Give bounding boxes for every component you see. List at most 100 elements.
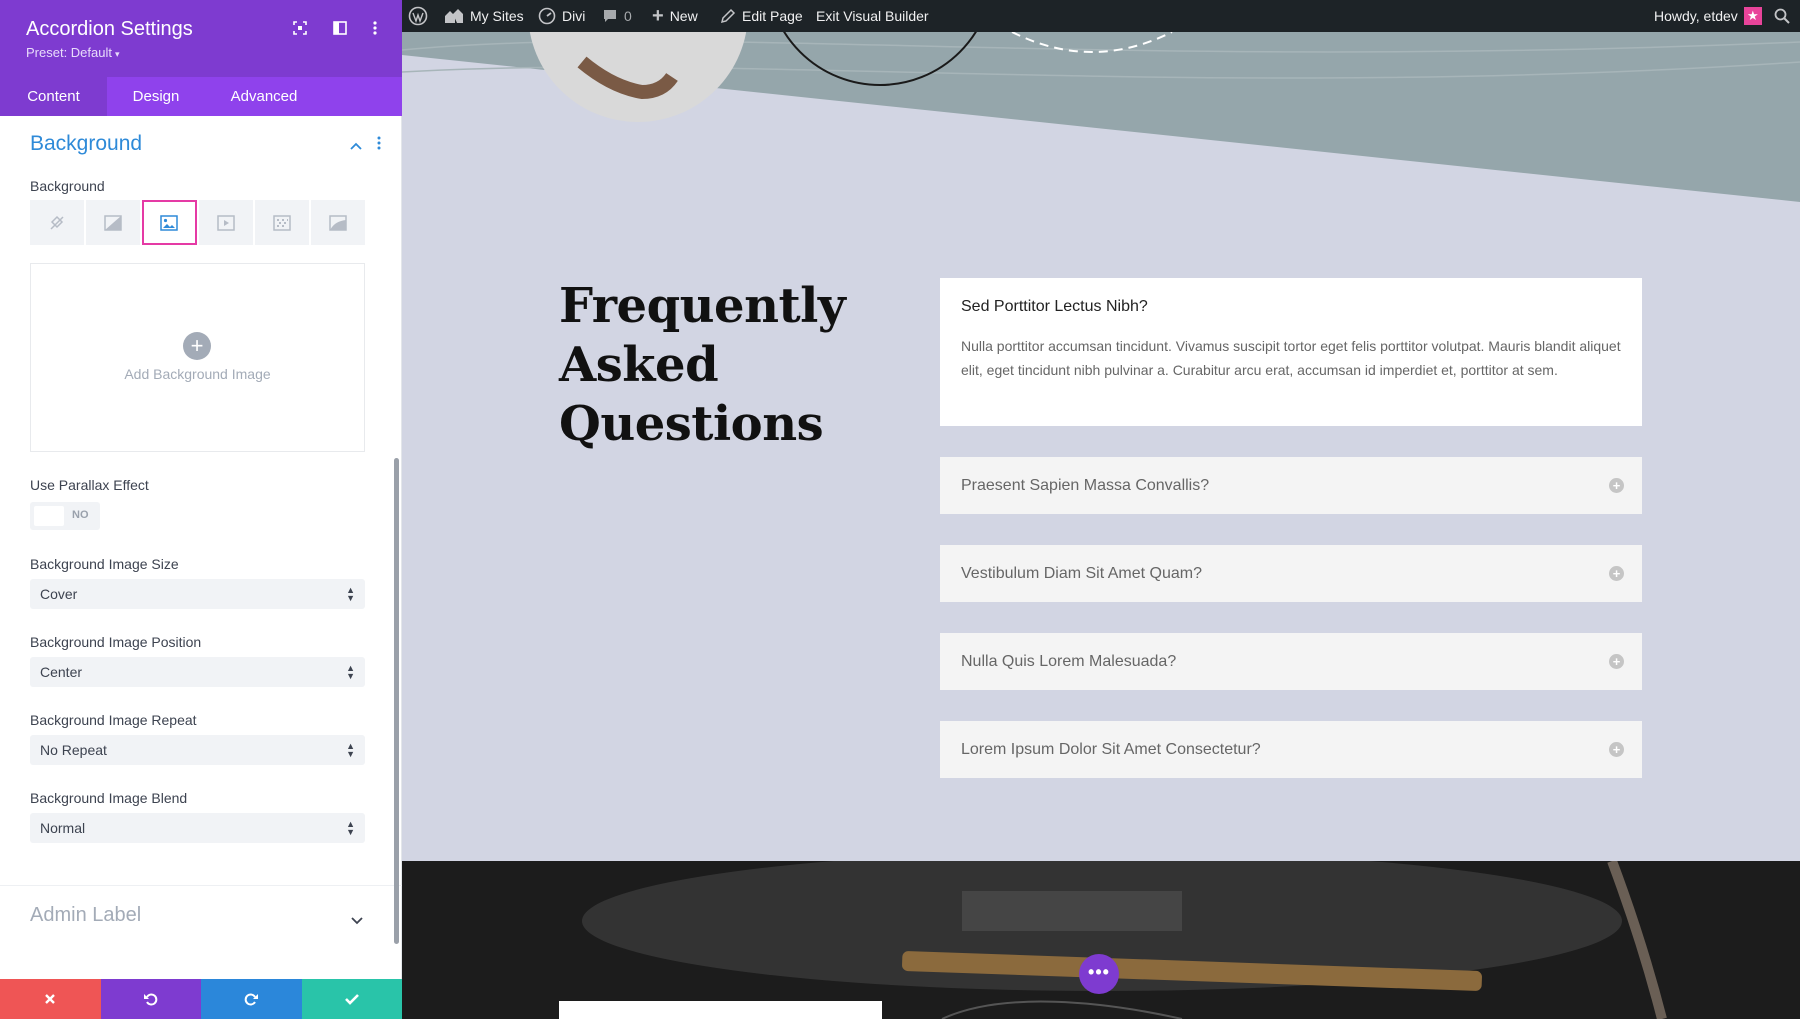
parallax-label: Use Parallax Effect — [30, 477, 149, 493]
background-section-title[interactable]: Background — [30, 132, 142, 156]
accordion-question[interactable]: Vestibulum Diam Sit Amet Quam? — [961, 545, 1202, 602]
bg-position-value: Center — [40, 664, 83, 680]
admin-label-section-title[interactable]: Admin Label — [30, 904, 141, 927]
bg-tab-image[interactable] — [142, 200, 197, 245]
accordion-item[interactable]: Praesent Sapien Massa Convallis? + — [940, 457, 1642, 514]
bg-size-label: Background Image Size — [30, 556, 179, 572]
tab-content[interactable]: Content — [0, 77, 107, 116]
fullscreen-icon[interactable] — [288, 16, 312, 40]
divi-menu[interactable]: Divi — [538, 0, 585, 32]
photo-background — [402, 861, 1800, 1019]
faq-heading-line: Asked — [559, 337, 719, 393]
preset-selector[interactable]: Preset: Default ▾ — [26, 45, 120, 60]
faq-heading-line: Frequently — [559, 278, 846, 334]
accordion-item-open[interactable]: Sed Porttitor Lectus Nibh? Nulla porttit… — [940, 278, 1642, 426]
builder-menu-button[interactable]: ••• — [1079, 954, 1119, 994]
expand-plus-icon[interactable]: + — [1609, 654, 1624, 669]
undo-button[interactable] — [100, 979, 201, 1019]
bg-size-select[interactable]: Cover ▲ ▼ — [30, 579, 365, 609]
accordion-question[interactable]: Nulla Quis Lorem Malesuada? — [961, 633, 1176, 690]
bg-tab-video[interactable] — [198, 200, 253, 245]
background-type-tabs — [30, 200, 366, 245]
select-arrows-icon: ▲ ▼ — [346, 741, 355, 759]
expand-plus-icon[interactable]: + — [1609, 566, 1624, 581]
bg-tab-gradient[interactable] — [86, 200, 141, 245]
accordion-question[interactable]: Sed Porttitor Lectus Nibh? — [961, 298, 1621, 316]
tab-advanced[interactable]: Advanced — [205, 77, 323, 116]
comments-count: 0 — [624, 8, 632, 24]
chevron-down-icon[interactable] — [351, 912, 363, 930]
accordion-item[interactable]: Lorem Ipsum Dolor Sit Amet Consectetur? … — [940, 721, 1642, 778]
select-arrows-icon: ▲ ▼ — [346, 585, 355, 603]
redo-button[interactable] — [201, 979, 302, 1019]
add-background-image-label[interactable]: Add Background Image — [31, 366, 364, 382]
split-view-icon[interactable] — [328, 16, 352, 40]
user-menu[interactable]: Howdy, etdev ★ — [1654, 0, 1762, 32]
comment-icon — [604, 10, 616, 22]
panel-scrollbar[interactable] — [394, 458, 399, 944]
sites-icon — [445, 9, 463, 23]
faq-heading: Frequently Asked Questions — [559, 277, 846, 454]
bg-blend-value: Normal — [40, 820, 86, 836]
page-canvas: Frequently Asked Questions Sed Porttitor… — [402, 32, 1800, 1019]
hero-decoration — [402, 32, 1800, 202]
divider — [0, 885, 402, 886]
wordpress-logo-icon[interactable] — [408, 0, 428, 32]
my-sites-menu[interactable]: My Sites — [444, 0, 524, 32]
edit-page-label: Edit Page — [742, 8, 803, 24]
discard-button[interactable] — [0, 979, 101, 1019]
pattern-icon — [273, 214, 291, 231]
edit-page-link[interactable]: Edit Page — [720, 0, 803, 32]
image-icon — [160, 214, 179, 231]
caret-down-icon: ▾ — [115, 49, 120, 59]
expand-plus-icon[interactable]: + — [1609, 478, 1624, 493]
bg-position-label: Background Image Position — [30, 634, 202, 650]
bg-tab-pattern[interactable] — [254, 200, 309, 245]
save-button[interactable] — [301, 979, 402, 1019]
plus-icon[interactable]: + — [183, 332, 211, 360]
dark-photo-section — [402, 861, 1800, 1019]
add-background-image-area[interactable]: + Add Background Image — [30, 263, 365, 452]
bg-repeat-select[interactable]: No Repeat ▲ ▼ — [30, 735, 365, 765]
parallax-toggle[interactable]: NO — [30, 502, 100, 530]
new-label: New — [669, 8, 698, 24]
divi-label: Divi — [562, 8, 586, 24]
search-icon[interactable] — [1774, 0, 1790, 32]
exit-builder-label: Exit Visual Builder — [816, 8, 929, 24]
preset-label: Preset: Default — [26, 45, 112, 60]
panel-header: Accordion Settings Preset: Default ▾ — [0, 0, 402, 77]
accordion-question[interactable]: Praesent Sapien Massa Convallis? — [961, 457, 1209, 514]
my-sites-label: My Sites — [470, 8, 524, 24]
bg-repeat-label: Background Image Repeat — [30, 712, 197, 728]
bg-blend-label: Background Image Blend — [30, 790, 188, 806]
bg-blend-select[interactable]: Normal ▲ ▼ — [30, 813, 365, 843]
toggle-state: NO — [72, 509, 89, 521]
select-arrows-icon: ▲ ▼ — [346, 663, 355, 681]
comments-menu[interactable]: 0 — [602, 0, 632, 32]
bg-tab-color[interactable] — [30, 200, 85, 245]
redo-icon — [244, 993, 259, 1006]
bg-position-select[interactable]: Center ▲ ▼ — [30, 657, 365, 687]
pencil-icon — [720, 8, 736, 24]
tab-design[interactable]: Design — [107, 77, 205, 116]
bg-tab-mask[interactable] — [310, 200, 366, 245]
content-box — [559, 1001, 882, 1019]
bg-size-value: Cover — [40, 586, 78, 602]
panel-footer — [0, 979, 402, 1019]
more-options-icon[interactable] — [363, 16, 387, 40]
accordion-item[interactable]: Vestibulum Diam Sit Amet Quam? + — [940, 545, 1642, 602]
avatar: ★ — [1743, 7, 1762, 25]
accordion-item[interactable]: Nulla Quis Lorem Malesuada? + — [940, 633, 1642, 690]
exit-visual-builder-link[interactable]: Exit Visual Builder — [816, 0, 929, 32]
chevron-up-icon[interactable] — [350, 137, 362, 155]
undo-icon — [143, 993, 158, 1006]
wp-admin-bar: My Sites Divi 0 + New Edit Page Exit Vis… — [402, 0, 1800, 32]
mask-icon — [329, 214, 347, 231]
plus-icon: + — [652, 5, 664, 27]
expand-plus-icon[interactable]: + — [1609, 742, 1624, 757]
accordion-question[interactable]: Lorem Ipsum Dolor Sit Amet Consectetur? — [961, 721, 1261, 778]
section-options-icon[interactable] — [377, 136, 381, 155]
faq-heading-line: Questions — [559, 396, 824, 452]
gradient-icon — [104, 214, 122, 231]
new-menu[interactable]: + New — [652, 0, 698, 32]
